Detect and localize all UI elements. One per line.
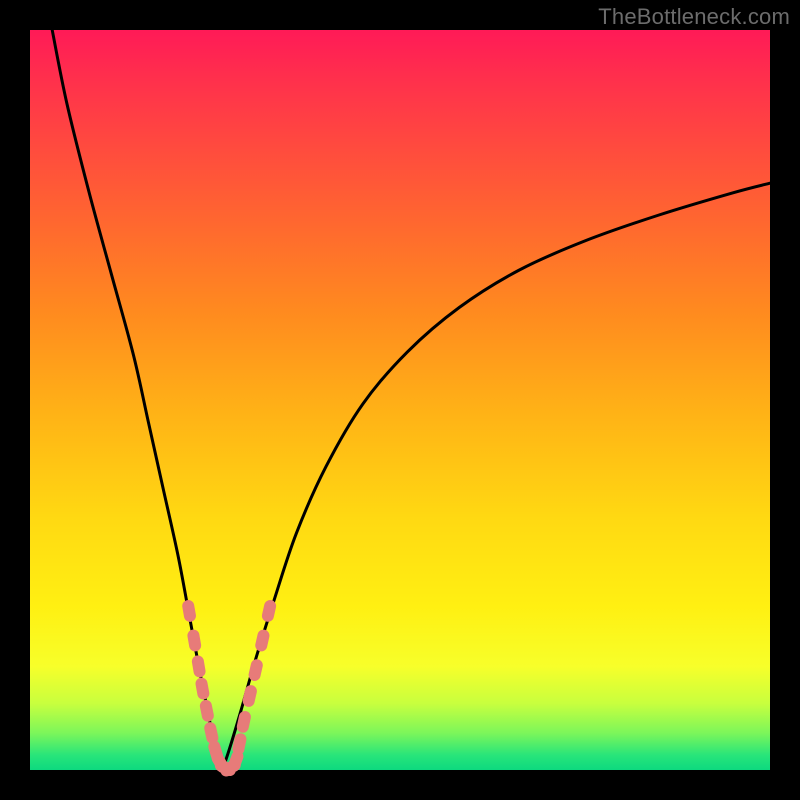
gradient-plot-area: [30, 30, 770, 770]
curve-marker: [236, 710, 252, 734]
curve-marker: [191, 655, 207, 679]
curve-marker: [254, 628, 271, 652]
curve-marker: [241, 684, 258, 708]
chart-frame: TheBottleneck.com: [0, 0, 800, 800]
watermark-text: TheBottleneck.com: [598, 4, 790, 30]
curve-layer: [30, 30, 770, 770]
curve-marker: [195, 677, 211, 701]
curve-marker: [247, 658, 264, 682]
curve-right-branch: [222, 183, 770, 770]
curve-marker: [199, 699, 215, 723]
curve-marker: [261, 599, 278, 623]
curve-marker: [181, 599, 197, 623]
curve-marker: [186, 629, 202, 653]
